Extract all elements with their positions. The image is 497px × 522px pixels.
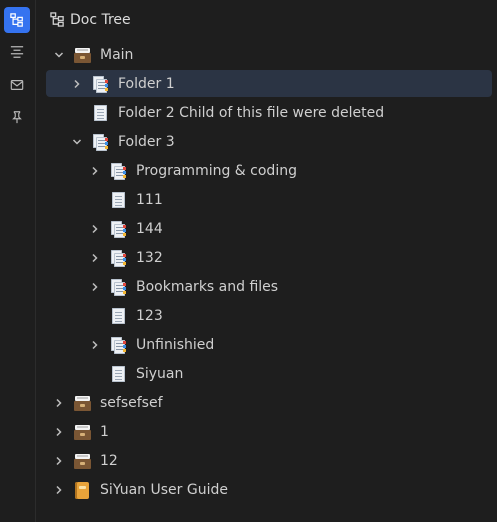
card-box-icon [73, 394, 91, 412]
notebook-row[interactable]: Main [46, 41, 492, 68]
doc-tree-icon [10, 13, 23, 27]
row-label: Siyuan [136, 366, 184, 382]
doc-tree-panel: Doc Tree Main Folder 1 Folder 2 Child of t… [37, 0, 497, 522]
outline-icon [10, 46, 24, 58]
doc-row[interactable]: Siyuan [46, 360, 492, 387]
chevron-right-icon[interactable] [70, 77, 84, 91]
pages-icon [91, 75, 109, 93]
doc-row[interactable]: Unfinishied [46, 331, 492, 358]
doc-row[interactable]: Programming & coding [46, 157, 492, 184]
pages-icon [91, 133, 109, 151]
dock-outline-button[interactable] [4, 39, 30, 65]
pages-icon [109, 336, 127, 354]
page-icon [91, 104, 109, 122]
doc-row[interactable]: 144 [46, 215, 492, 242]
chevron-right-icon[interactable] [52, 396, 66, 410]
row-label: 123 [136, 308, 163, 324]
chevron-right-icon[interactable] [52, 425, 66, 439]
notebook-row[interactable]: sefsefsef [46, 389, 492, 416]
row-label: 132 [136, 250, 163, 266]
row-label: Main [100, 47, 134, 63]
row-label: Folder 3 [118, 134, 175, 150]
bookmark-pin-icon [12, 111, 22, 124]
panel-title: Doc Tree [70, 12, 131, 28]
doc-row[interactable]: Bookmarks and files [46, 273, 492, 300]
page-icon [109, 191, 127, 209]
panel-header: Doc Tree [37, 0, 497, 38]
notebook-row[interactable]: SiYuan User Guide [46, 476, 492, 503]
chevron-down-icon[interactable] [70, 135, 84, 149]
row-label: 1 [100, 424, 109, 440]
pages-icon [109, 249, 127, 267]
row-label: 144 [136, 221, 163, 237]
row-label: sefsefsef [100, 395, 163, 411]
doc-tree-icon [50, 12, 64, 27]
pages-icon [109, 278, 127, 296]
page-icon [109, 365, 127, 383]
chevron-down-icon[interactable] [52, 48, 66, 62]
card-box-icon [73, 452, 91, 470]
dock-inbox-button[interactable] [4, 72, 30, 98]
doc-row[interactable]: Folder 1 [46, 70, 492, 97]
row-label: Bookmarks and files [136, 279, 279, 295]
page-icon [109, 307, 127, 325]
doc-row[interactable]: 123 [46, 302, 492, 329]
notebook-row[interactable]: 1 [46, 418, 492, 445]
doc-row[interactable]: 132 [46, 244, 492, 271]
left-dock [0, 0, 36, 522]
row-label: 111 [136, 192, 163, 208]
row-label: Folder 1 [118, 76, 175, 92]
doc-row[interactable]: Folder 3 [46, 128, 492, 155]
notebook-icon [73, 481, 91, 499]
chevron-right-icon[interactable] [52, 483, 66, 497]
doc-row[interactable]: 111 [46, 186, 492, 213]
chevron-right-icon[interactable] [88, 251, 102, 265]
card-box-icon [73, 46, 91, 64]
row-label: 12 [100, 453, 118, 469]
doc-row[interactable]: Folder 2 Child of this file were deleted [46, 99, 492, 126]
dock-bookmark-button[interactable] [4, 104, 30, 130]
dock-doc-tree-button[interactable] [4, 7, 30, 33]
inbox-icon [10, 80, 24, 90]
row-label: SiYuan User Guide [100, 482, 228, 498]
pages-icon [109, 162, 127, 180]
chevron-right-icon[interactable] [88, 280, 102, 294]
chevron-right-icon[interactable] [52, 454, 66, 468]
row-label: Unfinishied [136, 337, 215, 353]
siyuan-app: Doc Tree Main Folder 1 Folder 2 Child of t… [0, 0, 497, 522]
chevron-right-icon[interactable] [88, 338, 102, 352]
chevron-right-icon[interactable] [88, 164, 102, 178]
pages-icon [109, 220, 127, 238]
row-label: Folder 2 Child of this file were deleted [118, 105, 385, 121]
chevron-right-icon[interactable] [88, 222, 102, 236]
card-box-icon [73, 423, 91, 441]
notebook-row[interactable]: 12 [46, 447, 492, 474]
row-label: Programming & coding [136, 163, 297, 179]
